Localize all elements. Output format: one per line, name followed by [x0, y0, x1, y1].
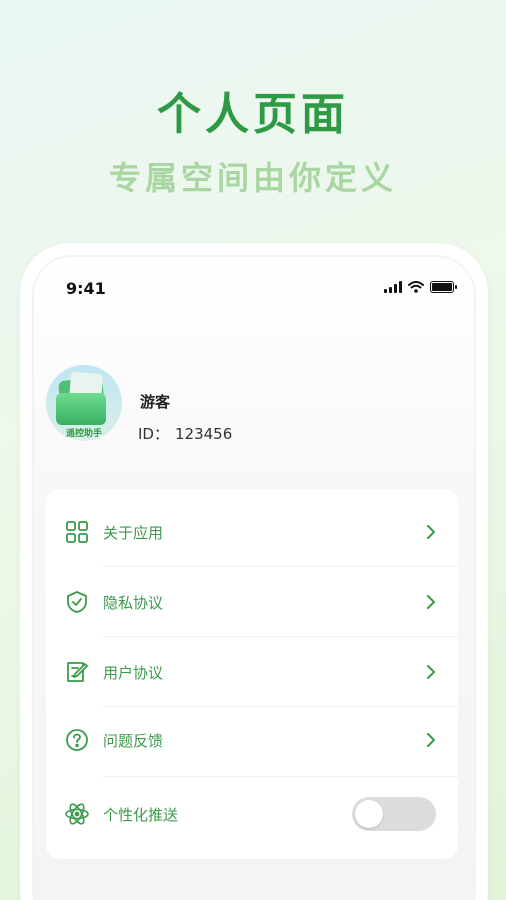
status-time: 9:41	[66, 279, 106, 298]
menu-item-about[interactable]: 关于应用	[46, 497, 458, 567]
avatar[interactable]: 遥控助手	[46, 365, 122, 441]
chevron-right-icon	[427, 525, 435, 539]
wifi-icon	[408, 281, 424, 293]
settings-menu: 关于应用 隐私协议 用户协议 问题反馈 个性化推送	[46, 489, 458, 859]
chevron-right-icon	[427, 665, 435, 679]
divider	[103, 776, 458, 777]
document-edit-icon	[64, 659, 90, 685]
atom-icon	[64, 801, 90, 827]
user-id: ID： 123456	[138, 423, 232, 444]
chevron-right-icon	[427, 595, 435, 609]
hero-subtitle: 专属空间由你定义	[108, 159, 397, 197]
menu-item-label: 个性化推送	[103, 805, 179, 824]
username: 游客	[140, 393, 171, 411]
user-id-label: ID：	[138, 425, 169, 443]
menu-item-label: 关于应用	[103, 523, 164, 542]
phone-frame: 9:41 遥控助手 游客 ID： 123456 关于应用 隐私协议 用户协议 问…	[20, 243, 488, 900]
menu-item-label: 用户协议	[103, 663, 164, 682]
menu-item-user-agreement[interactable]: 用户协议	[46, 637, 458, 707]
menu-item-feedback[interactable]: 问题反馈	[46, 705, 458, 775]
menu-item-label: 隐私协议	[103, 593, 164, 612]
push-toggle[interactable]	[352, 797, 436, 831]
menu-item-privacy[interactable]: 隐私协议	[46, 567, 458, 637]
menu-item-personalized-push: 个性化推送	[46, 779, 458, 849]
status-icons	[384, 281, 457, 293]
toggle-knob	[355, 800, 383, 828]
avatar-logo-text: 遥控助手	[65, 429, 102, 439]
phone-screen: 9:41 遥控助手 游客 ID： 123456 关于应用 隐私协议 用户协议 问…	[32, 255, 476, 900]
battery-icon	[430, 281, 457, 293]
chevron-right-icon	[427, 733, 435, 747]
menu-item-label: 问题反馈	[103, 731, 164, 750]
question-circle-icon	[64, 727, 90, 753]
grid-icon	[64, 519, 90, 545]
signal-icon	[384, 281, 402, 293]
hero-title: 个人页面	[157, 89, 349, 140]
shield-check-icon	[64, 589, 90, 615]
user-id-value: 123456	[174, 425, 233, 443]
